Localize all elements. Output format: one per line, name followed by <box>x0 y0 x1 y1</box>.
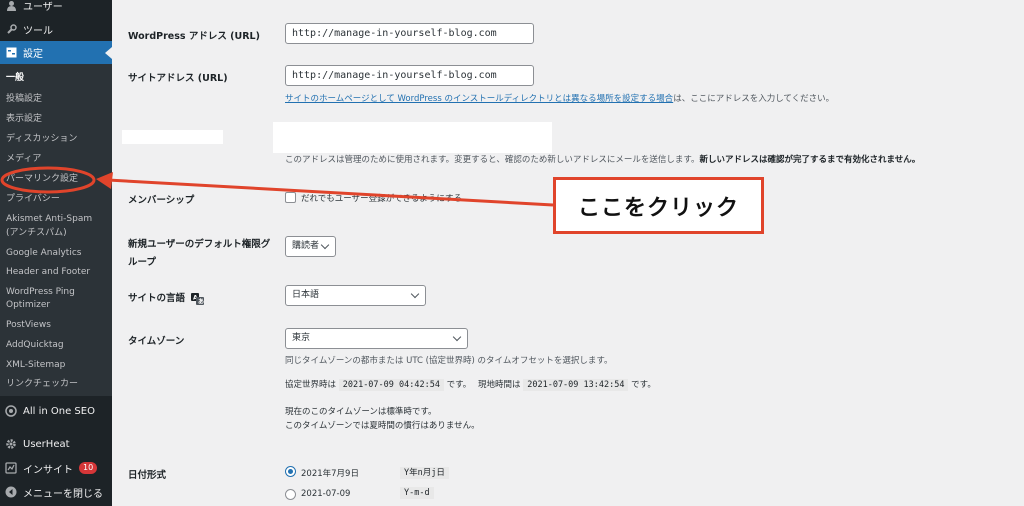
sidebar-item-label: ツール <box>23 25 53 37</box>
timezone-label: タイムゾーン <box>128 336 185 347</box>
submenu-item-link-checker[interactable]: リンクチェッカー <box>6 378 110 391</box>
utc-time: 2021-07-09 04:42:54 <box>338 379 444 391</box>
sidebar-item-users[interactable]: ユーザー <box>0 0 112 17</box>
chevron-down-icon <box>452 332 462 342</box>
submenu-item-postviews[interactable]: PostViews <box>6 319 110 332</box>
site-address-help-link[interactable]: サイトのホームページとして WordPress のインストールディレクトリとは異… <box>285 94 673 104</box>
wp-address-label: WordPress アドレス (URL) <box>128 31 260 42</box>
chevron-down-icon <box>410 289 420 299</box>
date-format-label: 日付形式 <box>128 470 167 481</box>
default-role-label: 新規ユーザーのデフォルト権限グ ループ <box>128 239 271 268</box>
admin-email-input[interactable] <box>273 122 552 153</box>
sidebar-item-label: ユーザー <box>23 1 63 13</box>
submenu-item-akismet[interactable]: Akismet Anti-Spam <box>6 213 110 226</box>
submenu-item-addquicktag[interactable]: AddQuicktag <box>6 339 110 352</box>
submenu-item-google-analytics[interactable]: Google Analytics <box>6 247 110 260</box>
submenu-item-header-footer[interactable]: Header and Footer <box>6 266 110 279</box>
gear-icon <box>5 438 17 450</box>
language-select[interactable]: 日本語 <box>285 285 426 306</box>
wrench-icon <box>5 23 17 35</box>
submenu-item-ping-optimizer-sub[interactable]: Optimizer <box>6 299 110 312</box>
sidebar-item-tools[interactable]: ツール <box>0 17 112 41</box>
sidebar-item-label: インサイト <box>23 464 73 476</box>
insights-icon <box>5 462 17 474</box>
sidebar-item-settings[interactable]: 設定 <box>0 41 112 64</box>
date-format-option-2: 2021-07-09 <box>301 489 351 499</box>
notification-badge: 10 <box>79 462 98 474</box>
sidebar-item-label: All in One SEO <box>23 405 95 417</box>
site-address-input[interactable]: http://manage-in-yourself-blog.com <box>285 65 534 86</box>
submenu-item-permalinks[interactable]: パーマリンク設定 <box>6 173 110 186</box>
time-readout: 協定世界時は 2021-07-09 04:42:54 です。 現地時間は 202… <box>285 379 656 391</box>
membership-checkbox-label: だれでもユーザー登録ができるようにする <box>301 194 462 204</box>
date-format-code-2: Y-m-d <box>400 487 434 499</box>
local-time: 2021-07-09 13:42:54 <box>523 379 629 391</box>
sidebar-item-insights[interactable]: インサイト 10 <box>0 456 112 480</box>
sidebar-item-label: 設定 <box>23 49 43 60</box>
submenu-item-privacy[interactable]: プライバシー <box>6 193 110 206</box>
svg-text:あ: あ <box>198 297 204 305</box>
membership-label: メンバーシップ <box>128 195 195 206</box>
date-format-radio-2[interactable] <box>285 489 296 500</box>
membership-checkbox[interactable] <box>285 192 296 203</box>
chevron-down-icon <box>320 240 330 250</box>
submenu-item-reading[interactable]: 表示設定 <box>6 113 110 126</box>
user-icon <box>5 0 17 11</box>
submenu-item-writing[interactable]: 投稿設定 <box>6 93 110 106</box>
translate-icon: Aあ <box>191 292 204 305</box>
date-format-radio-1[interactable] <box>285 466 296 477</box>
collapse-icon <box>5 486 17 498</box>
collapse-menu-button[interactable]: メニューを閉じる <box>0 480 112 504</box>
wp-address-input[interactable]: http://manage-in-yourself-blog.com <box>285 23 534 44</box>
settings-icon <box>5 47 17 59</box>
site-address-description: サイトのホームページとして WordPress のインストールディレクトリとは異… <box>285 94 835 104</box>
submenu-item-xml-sitemap[interactable]: XML-Sitemap <box>6 359 110 372</box>
sidebar-item-label: UserHeat <box>23 438 70 450</box>
admin-email-description: このアドレスは管理のために使用されます。変更すると、確認のため新しいアドレスにメ… <box>285 155 921 165</box>
timezone-dst-note: このタイムゾーンでは夏時間の慣行はありません。 <box>285 421 480 431</box>
admin-sidebar: ユーザー ツール 設定 一般 投稿設定 表示設定 ディスカッション メディア パ… <box>0 0 112 506</box>
site-address-label: サイトアドレス (URL) <box>128 73 228 84</box>
submenu-item-general[interactable]: 一般 <box>6 72 110 85</box>
sidebar-item-label: メニューを閉じる <box>23 488 103 500</box>
annotation-callout: ここをクリック <box>553 177 764 234</box>
timezone-select[interactable]: 東京 <box>285 328 468 349</box>
submenu-item-ping-optimizer[interactable]: WordPress Ping <box>6 286 110 299</box>
sidebar-item-aioseo[interactable]: All in One SEO <box>0 399 112 423</box>
language-label: サイトの言語 Aあ <box>128 292 205 305</box>
date-format-code-1: Y年n月j日 <box>400 466 449 479</box>
submenu-item-media[interactable]: メディア <box>6 153 110 166</box>
aioseo-icon <box>5 405 17 417</box>
sidebar-item-userheat[interactable]: UserHeat <box>0 432 112 456</box>
submenu-item-akismet-sub[interactable]: (アンチスパム) <box>6 227 110 240</box>
redacted-label <box>122 130 223 144</box>
timezone-description: 同じタイムゾーンの都市または UTC (協定世界時) のタイムオフセットを選択し… <box>285 356 613 366</box>
default-role-select[interactable]: 購読者 <box>285 236 336 257</box>
timezone-standard-note: 現在のこのタイムゾーンは標準時です。 <box>285 407 437 417</box>
settings-content: WordPress アドレス (URL) http://manage-in-yo… <box>112 0 1024 506</box>
settings-submenu: 一般 投稿設定 表示設定 ディスカッション メディア パーマリンク設定 プライバ… <box>0 64 112 396</box>
date-format-option-1: 2021年7月9日 <box>301 469 359 479</box>
submenu-item-discussion[interactable]: ディスカッション <box>6 133 110 146</box>
